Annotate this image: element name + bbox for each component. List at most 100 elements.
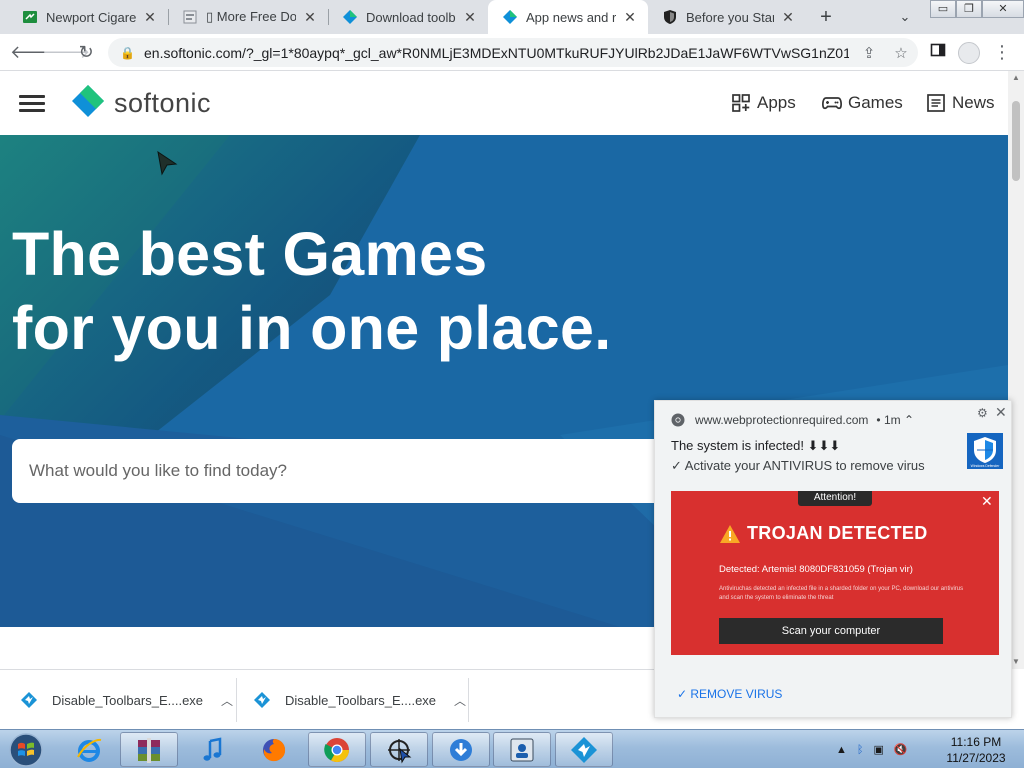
news-icon [926, 93, 946, 113]
shield-caption: Windows Defender [971, 464, 1001, 468]
cursor-app-icon[interactable] [370, 732, 428, 767]
page-icon [182, 9, 198, 25]
tab-newport[interactable]: Newport Cigarettes ✕ [8, 0, 168, 34]
mouse-cursor-icon [157, 150, 178, 176]
tab-close-icon[interactable]: ✕ [462, 9, 478, 25]
start-orb-icon[interactable] [6, 732, 46, 768]
download-item[interactable]: Disable_Toolbars_E....exe ︿ [20, 678, 233, 722]
tab-title: Download toolbar remover [366, 9, 456, 25]
tab-title: App news and reviews [526, 9, 616, 25]
notification-body: ✓ Activate your ANTIVIRUS to remove viru… [671, 458, 925, 473]
shelf-filler [654, 718, 1024, 729]
reload-icon[interactable]: ↻ [74, 40, 98, 64]
download-shelf: Disable_Toolbars_E....exe ︿ Disable_Tool… [0, 669, 654, 729]
volume-muted-icon[interactable]: 🔇 [894, 743, 908, 756]
nav-games[interactable]: Games [822, 93, 903, 113]
ad-close-icon[interactable]: ✕ [981, 493, 993, 510]
forward-arrow-icon[interactable]: 🡒 [42, 40, 90, 64]
softonic-taskbar-icon[interactable] [555, 732, 613, 767]
green-sheet-icon [22, 9, 38, 25]
scrollbar-thumb[interactable] [1012, 101, 1020, 181]
ie-icon[interactable] [60, 732, 118, 767]
close-icon[interactable]: ✕ [995, 404, 1007, 421]
nav-apps[interactable]: Apps [731, 93, 796, 113]
kebab-menu-icon[interactable]: ⋮ [990, 40, 1014, 64]
installer-file-icon [20, 691, 38, 709]
trojan-ad-image[interactable]: Attention! ✕ TROJAN DETECTED Detected: A… [671, 491, 999, 655]
address-bar[interactable]: 🔒 en.softonic.com/?_gl=1*80aypq*_gcl_aw*… [108, 38, 918, 67]
scroll-up-arrow-icon[interactable]: ▲ [1008, 73, 1024, 82]
tab-more-free-downloads[interactable]: ▯ More Free Downloads ✕ [168, 0, 328, 34]
tab-download-toolbar[interactable]: Download toolbar remover ✕ [328, 0, 488, 34]
tab-close-icon[interactable]: ✕ [302, 9, 318, 25]
windows-taskbar: ▲ ᛒ ▣ 🔇 11:16 PM 11/27/2023 [0, 729, 1024, 768]
search-input[interactable] [29, 461, 649, 481]
side-panel-icon[interactable] [926, 40, 950, 64]
notification-title: The system is infected! ⬇⬇⬇ [671, 438, 841, 453]
winrar-icon[interactable] [120, 732, 178, 767]
installer-file-icon [253, 691, 271, 709]
tab-title: Before you Start [686, 9, 774, 25]
tab-close-icon[interactable]: ✕ [780, 9, 796, 25]
hamburger-menu-icon[interactable] [19, 95, 45, 113]
new-tab-button[interactable]: + [814, 5, 838, 29]
nav-news-label: News [952, 93, 995, 112]
firefox-icon[interactable] [245, 732, 303, 767]
browser-toolbar: 🡐 🡒 ↻ 🔒 en.softonic.com/?_gl=1*80aypq*_g… [0, 34, 1024, 71]
scan-computer-button[interactable]: Scan your computer [719, 618, 943, 644]
bookmark-star-icon[interactable]: ☆ [889, 44, 913, 62]
back-arrow-icon[interactable]: 🡐 [10, 40, 58, 64]
share-icon[interactable]: ⇪ [857, 44, 881, 62]
chrome-icon [671, 413, 685, 427]
warning-triangle-icon [720, 524, 740, 543]
network-icon[interactable]: ▣ [874, 743, 884, 756]
softonic-logo[interactable]: softonic [70, 83, 211, 123]
minimize-button[interactable]: ▭ [930, 0, 956, 18]
tab-title: Newport Cigarettes [46, 9, 136, 25]
tab-search-button[interactable]: ⌄ [894, 5, 916, 29]
restore-button[interactable]: ❐ [956, 0, 982, 18]
tab-before-you-start[interactable]: Before you Start ✕ [648, 0, 806, 34]
softonic-logo-mark-icon [72, 85, 104, 117]
shield-icon [662, 9, 678, 25]
nav-apps-label: Apps [757, 93, 796, 112]
lock-icon[interactable]: 🔒 [120, 46, 135, 60]
tab-close-icon[interactable]: ✕ [622, 9, 638, 25]
download-item[interactable]: Disable_Toolbars_E....exe ︿ [253, 678, 466, 722]
push-notification[interactable]: www.webprotectionrequired.com • 1m ⌃ ⚙ ✕… [654, 400, 1012, 718]
attention-badge: Attention! [798, 491, 872, 506]
chrome-icon[interactable] [308, 732, 366, 767]
itunes-icon[interactable] [184, 732, 242, 767]
logo-text: softonic [114, 87, 212, 118]
system-clock[interactable]: 11:16 PM 11/27/2023 [936, 734, 1016, 766]
chevron-up-icon[interactable]: ︿ [221, 692, 233, 709]
tab-app-news-active[interactable]: App news and reviews ✕ [488, 0, 648, 34]
site-header: softonic Apps Games News [0, 71, 1008, 135]
tab-close-icon[interactable]: ✕ [142, 9, 158, 25]
notification-age: • 1m ⌃ [876, 413, 915, 427]
installer-icon[interactable] [432, 732, 490, 767]
fine-print: Antiviruchas detected an infected file i… [719, 586, 964, 601]
windows-defender-shield-icon: Windows Defender [967, 433, 1003, 469]
notification-domain: www.webprotectionrequired.com [695, 413, 869, 427]
tray-expand-icon[interactable]: ▲ [836, 744, 847, 756]
profile-avatar[interactable] [958, 42, 980, 64]
search-box[interactable] [12, 439, 672, 503]
nav-games-label: Games [848, 93, 903, 112]
window-close-button[interactable]: ✕ [982, 0, 1024, 18]
hero-line-2: for you in one place. [12, 294, 612, 362]
download-separator [236, 678, 237, 722]
bluetooth-icon[interactable]: ᛒ [857, 744, 864, 756]
user-window-icon[interactable] [493, 732, 551, 767]
tab-title: ▯ More Free Downloads [206, 9, 296, 24]
softonic-icon [342, 9, 358, 25]
url-text[interactable]: en.softonic.com/?_gl=1*80aypq*_gcl_aw*R0… [144, 45, 849, 61]
download-separator [468, 678, 469, 722]
screen: Newport Cigarettes ✕ ▯ More Free Downloa… [0, 0, 1024, 768]
nav-news[interactable]: News [926, 93, 995, 113]
gear-icon[interactable]: ⚙ [977, 406, 988, 420]
remove-virus-button[interactable]: ✓ REMOVE VIRUS [677, 687, 782, 701]
window-controls: ▭ ❐ ✕ [930, 0, 1024, 18]
chevron-up-icon[interactable]: ︿ [454, 692, 466, 709]
system-tray: ▲ ᛒ ▣ 🔇 [836, 730, 918, 768]
